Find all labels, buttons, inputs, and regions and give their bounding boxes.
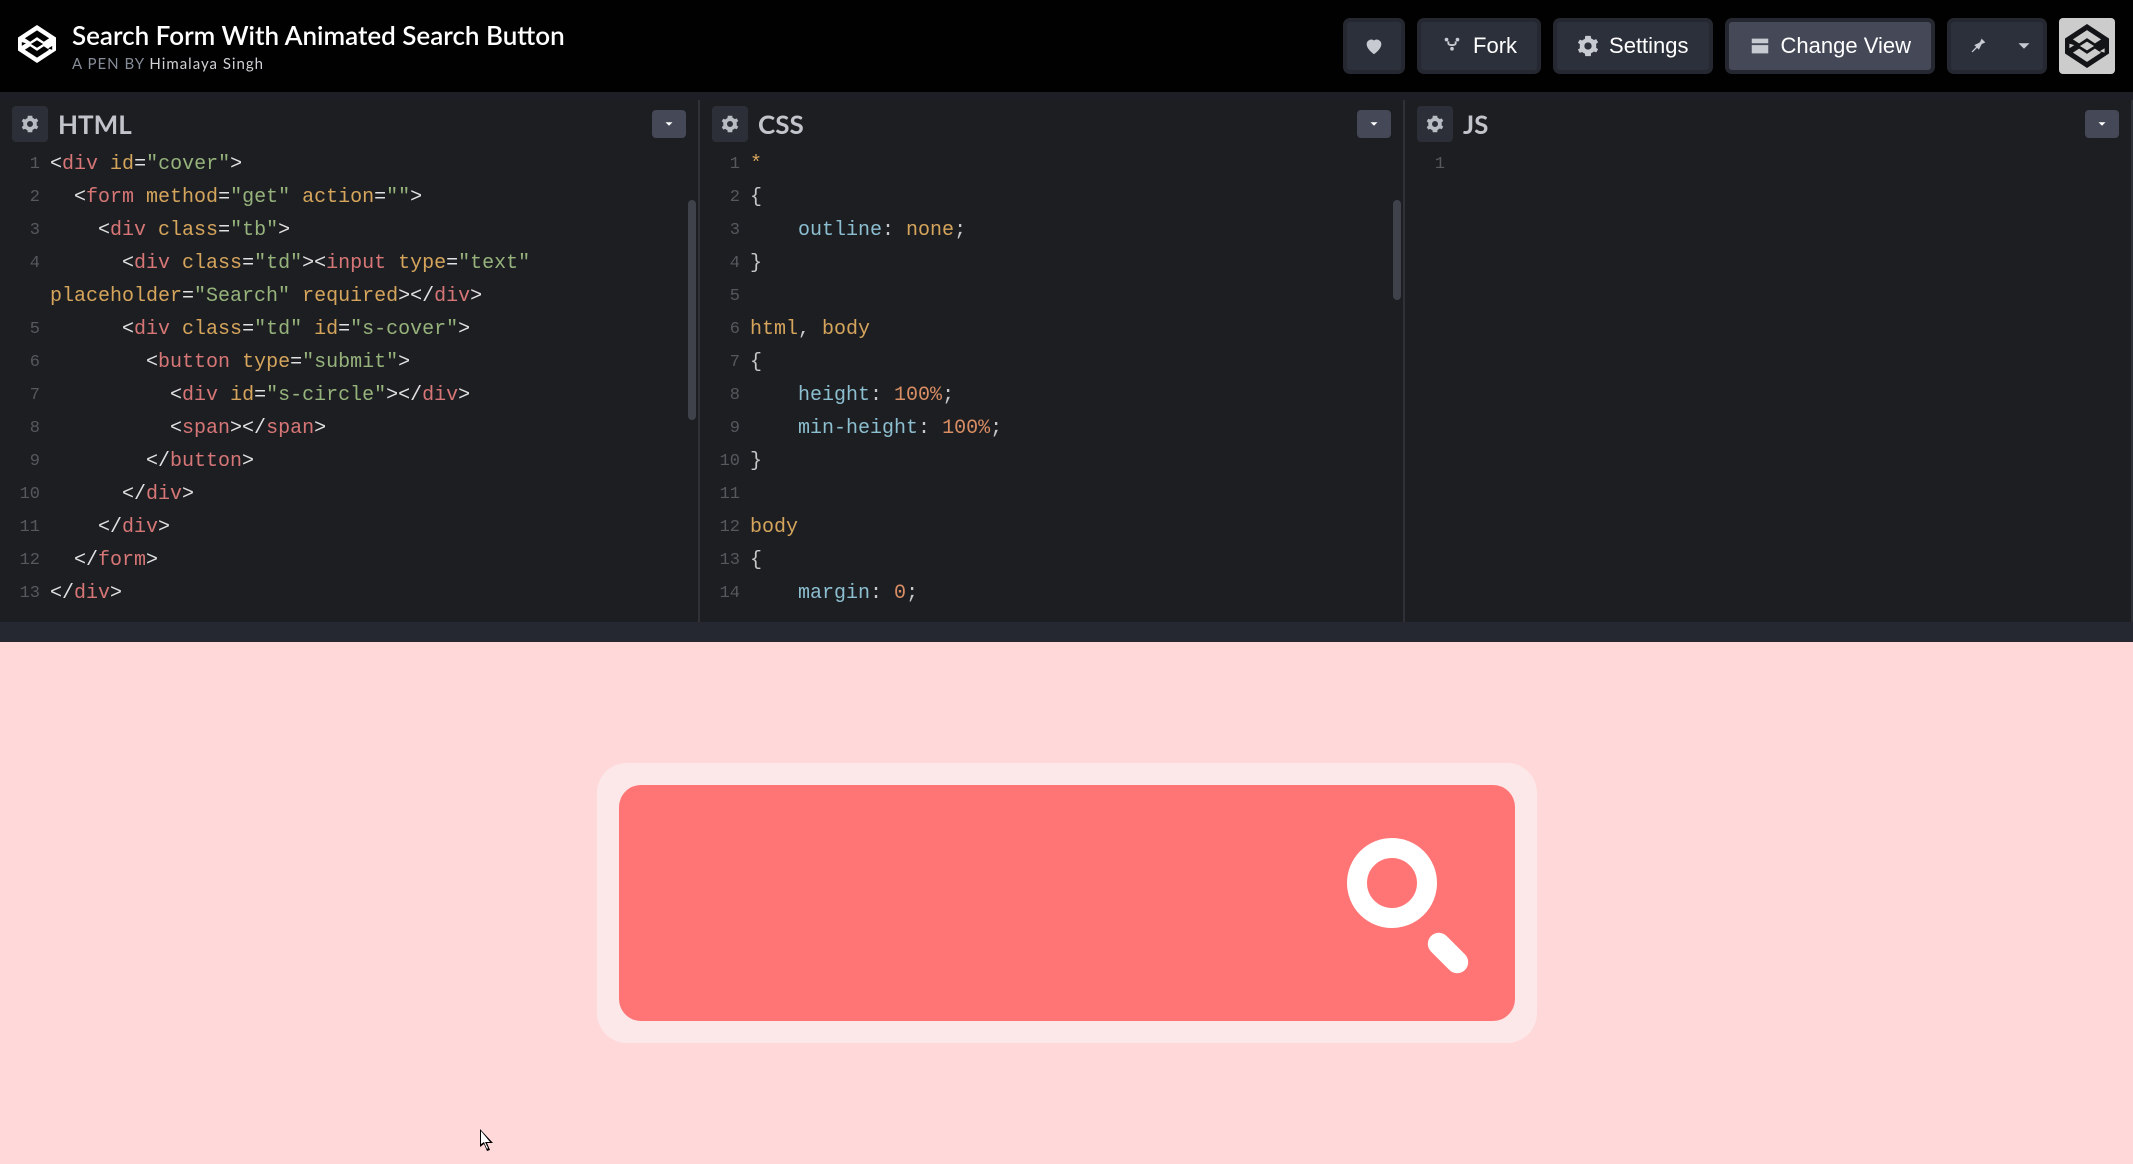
css-gutter: 1234567891011121314 <box>700 148 750 610</box>
js-editor-title: JS <box>1463 108 1488 140</box>
pen-byline: A PEN BY Himalaya Singh <box>72 55 565 73</box>
css-collapse-button[interactable] <box>1357 110 1391 138</box>
layout-icon <box>1749 35 1771 57</box>
js-gutter: 1 <box>1405 148 1455 181</box>
mouse-cursor-icon <box>480 1129 498 1158</box>
css-code[interactable]: *{ outline: none;} html, body{ height: 1… <box>750 148 1403 610</box>
js-editor-panel: JS 1 <box>1405 100 2133 622</box>
user-avatar[interactable] <box>2059 18 2115 74</box>
preview-pane <box>0 642 2133 1164</box>
js-editor-header: JS <box>1405 100 2131 148</box>
horizontal-resize-bar[interactable] <box>0 622 2133 642</box>
css-editor-title: CSS <box>758 108 804 140</box>
css-settings-button[interactable] <box>712 106 748 142</box>
js-code-area[interactable]: 1 <box>1405 148 2131 622</box>
js-code[interactable] <box>1455 148 2131 181</box>
css-scrollbar[interactable] <box>1393 200 1401 300</box>
js-settings-button[interactable] <box>1417 106 1453 142</box>
pin-button[interactable] <box>1947 18 2005 74</box>
pen-title[interactable]: Search Form With Animated Search Button <box>72 19 565 51</box>
gear-icon <box>1577 35 1599 57</box>
html-editor-panel: HTML 1234 5678910111213 <div id="cover">… <box>0 100 700 622</box>
html-editor-header: HTML <box>0 100 698 148</box>
header: Search Form With Animated Search Button … <box>0 0 2133 92</box>
title-block: Search Form With Animated Search Button … <box>72 19 565 73</box>
css-code-area[interactable]: 1234567891011121314 *{ outline: none;} h… <box>700 148 1403 622</box>
change-view-label: Change View <box>1781 33 1911 59</box>
pin-dropdown-button[interactable] <box>2005 18 2047 74</box>
html-code[interactable]: <div id="cover"> <form method="get" acti… <box>50 148 698 610</box>
pin-button-group <box>1947 18 2047 74</box>
chevron-down-icon <box>2013 35 2035 57</box>
html-gutter: 1234 5678910111213 <box>0 148 50 610</box>
love-button[interactable] <box>1343 18 1405 74</box>
settings-button[interactable]: Settings <box>1553 18 1713 74</box>
search-icon-handle <box>1423 928 1472 977</box>
fork-label: Fork <box>1473 33 1517 59</box>
html-settings-button[interactable] <box>12 106 48 142</box>
fork-button[interactable]: Fork <box>1417 18 1541 74</box>
editors-row: HTML 1234 5678910111213 <div id="cover">… <box>0 92 2133 622</box>
heart-icon <box>1363 35 1385 57</box>
html-collapse-button[interactable] <box>652 110 686 138</box>
pin-icon <box>1967 35 1989 57</box>
search-submit-button[interactable] <box>1347 838 1467 968</box>
codepen-logo-icon[interactable] <box>18 25 56 67</box>
html-editor-title: HTML <box>58 108 132 140</box>
byline-prefix: A PEN BY <box>72 55 149 73</box>
html-code-area[interactable]: 1234 5678910111213 <div id="cover"> <for… <box>0 148 698 622</box>
html-scrollbar[interactable] <box>688 200 696 420</box>
search-icon <box>1347 838 1437 928</box>
fork-icon <box>1441 35 1463 57</box>
header-left: Search Form With Animated Search Button … <box>18 19 565 73</box>
author-link[interactable]: Himalaya Singh <box>149 55 264 73</box>
settings-label: Settings <box>1609 33 1689 59</box>
css-editor-panel: CSS 1234567891011121314 *{ outline: none… <box>700 100 1405 622</box>
search-form-cover <box>597 763 1537 1043</box>
css-editor-header: CSS <box>700 100 1403 148</box>
js-collapse-button[interactable] <box>2085 110 2119 138</box>
header-right: Fork Settings Change View <box>1343 18 2115 74</box>
change-view-button[interactable]: Change View <box>1725 18 1935 74</box>
search-input-wrapper[interactable] <box>619 785 1515 1021</box>
